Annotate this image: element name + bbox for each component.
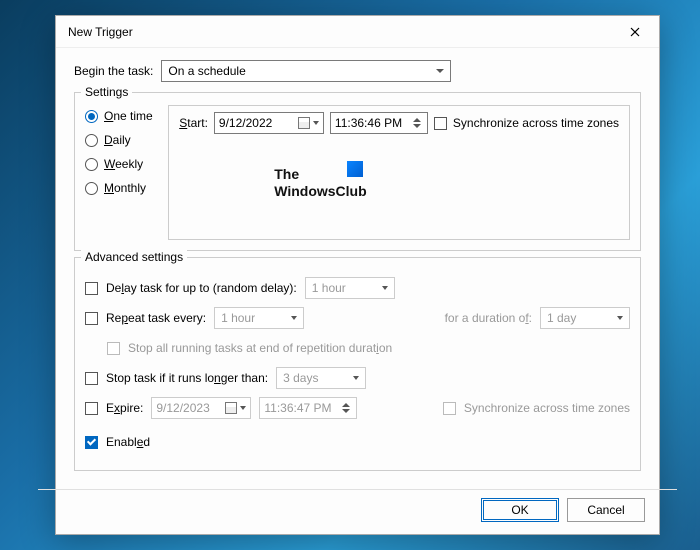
expire-time-input[interactable]: 11:36:47 PM [259,397,357,419]
duration-label: for a duration of: [445,311,532,325]
stop-longer-checkbox[interactable] [85,372,98,385]
start-date-value: 9/12/2022 [219,116,272,130]
delay-value: 1 hour [312,281,346,295]
watermark-text: The WindowsClub [274,166,366,200]
chevron-down-icon [382,286,388,290]
chevron-down-icon [291,316,297,320]
sync-timezones-checkbox[interactable] [434,117,447,130]
advanced-fieldset: Advanced settings Delay task for up to (… [74,257,641,471]
begin-task-label: Begin the task: [74,64,153,78]
calendar-icon [298,117,310,129]
start-time-input[interactable]: 11:36:46 PM [330,112,428,134]
button-row: OK Cancel [56,490,659,534]
radio-label-weekly: Weekly [104,157,143,171]
expire-time-value: 11:36:47 PM [264,401,331,415]
enabled-label: Enabled [106,435,150,449]
radio-monthly[interactable]: Monthly [85,181,154,195]
start-label: Start: [179,116,208,130]
chevron-down-icon [617,316,623,320]
start-date-input[interactable]: 9/12/2022 [214,112,324,134]
chevron-down-icon [353,376,359,380]
chevron-down-icon [436,69,444,73]
titlebar: New Trigger [56,16,659,48]
repeat-label: Repeat task every: [106,311,206,325]
recurrence-column: One time Daily Weekly Monthly [85,105,154,240]
delay-label: Delay task for up to (random delay): [106,281,297,295]
sync-timezones-label: Synchronize across time zones [453,116,619,130]
duration-combo[interactable]: 1 day [540,307,630,329]
chevron-down-icon [240,406,246,410]
calendar-icon [225,402,237,414]
radio-label-monthly: Monthly [104,181,146,195]
begin-task-select[interactable]: On a schedule [161,60,451,82]
expire-sync-label: Synchronize across time zones [464,401,630,415]
dialog-content: Begin the task: On a schedule Settings O… [56,48,659,485]
expire-row: Expire: 9/12/2023 11:36:47 PM Synch [85,396,630,420]
expire-label: Expire: [106,401,143,415]
delay-checkbox[interactable] [85,282,98,295]
stop-longer-label: Stop task if it runs longer than: [106,371,268,385]
radio-label-daily: Daily [104,133,131,147]
radio-weekly[interactable]: Weekly [85,157,154,171]
stop-all-label: Stop all running tasks at end of repetit… [128,341,392,355]
repeat-checkbox[interactable] [85,312,98,325]
close-icon [630,27,640,37]
start-time-value: 11:36:46 PM [335,116,402,130]
cancel-button[interactable]: Cancel [567,498,645,522]
repeat-row: Repeat task every: 1 hour for a duration… [85,306,630,330]
duration-value: 1 day [547,311,576,325]
begin-task-value: On a schedule [168,64,245,78]
expire-date-value: 9/12/2023 [156,401,209,415]
radio-label-one-time: One time [104,109,153,123]
close-button[interactable] [619,18,651,46]
expire-sync-checkbox [443,402,456,415]
stop-longer-row: Stop task if it runs longer than: 3 days [85,366,630,390]
advanced-legend: Advanced settings [81,250,187,264]
stop-all-row: Stop all running tasks at end of repetit… [107,336,630,360]
repeat-value: 1 hour [221,311,255,325]
radio-icon [85,158,98,171]
enabled-checkbox[interactable] [85,436,98,449]
spinner-icon [411,118,423,128]
dialog-title: New Trigger [68,25,133,39]
chevron-down-icon [313,121,319,125]
stop-longer-combo[interactable]: 3 days [276,367,366,389]
stop-all-checkbox [107,342,120,355]
repeat-combo[interactable]: 1 hour [214,307,304,329]
stop-longer-value: 3 days [283,371,318,385]
settings-legend: Settings [81,85,132,99]
radio-icon [85,134,98,147]
radio-icon [85,110,98,123]
new-trigger-dialog: New Trigger Begin the task: On a schedul… [55,15,660,535]
ok-button[interactable]: OK [481,498,559,522]
radio-one-time[interactable]: One time [85,109,154,123]
schedule-panel: Start: 9/12/2022 11:36:46 PM [168,105,630,240]
expire-date-input[interactable]: 9/12/2023 [151,397,251,419]
delay-combo[interactable]: 1 hour [305,277,395,299]
spinner-icon [340,403,352,413]
enabled-row: Enabled [85,430,630,454]
expire-checkbox[interactable] [85,402,98,415]
begin-task-row: Begin the task: On a schedule [74,60,641,82]
settings-fieldset: Settings One time Daily Weekly [74,92,641,251]
radio-icon [85,182,98,195]
radio-daily[interactable]: Daily [85,133,154,147]
delay-row: Delay task for up to (random delay): 1 h… [85,276,630,300]
